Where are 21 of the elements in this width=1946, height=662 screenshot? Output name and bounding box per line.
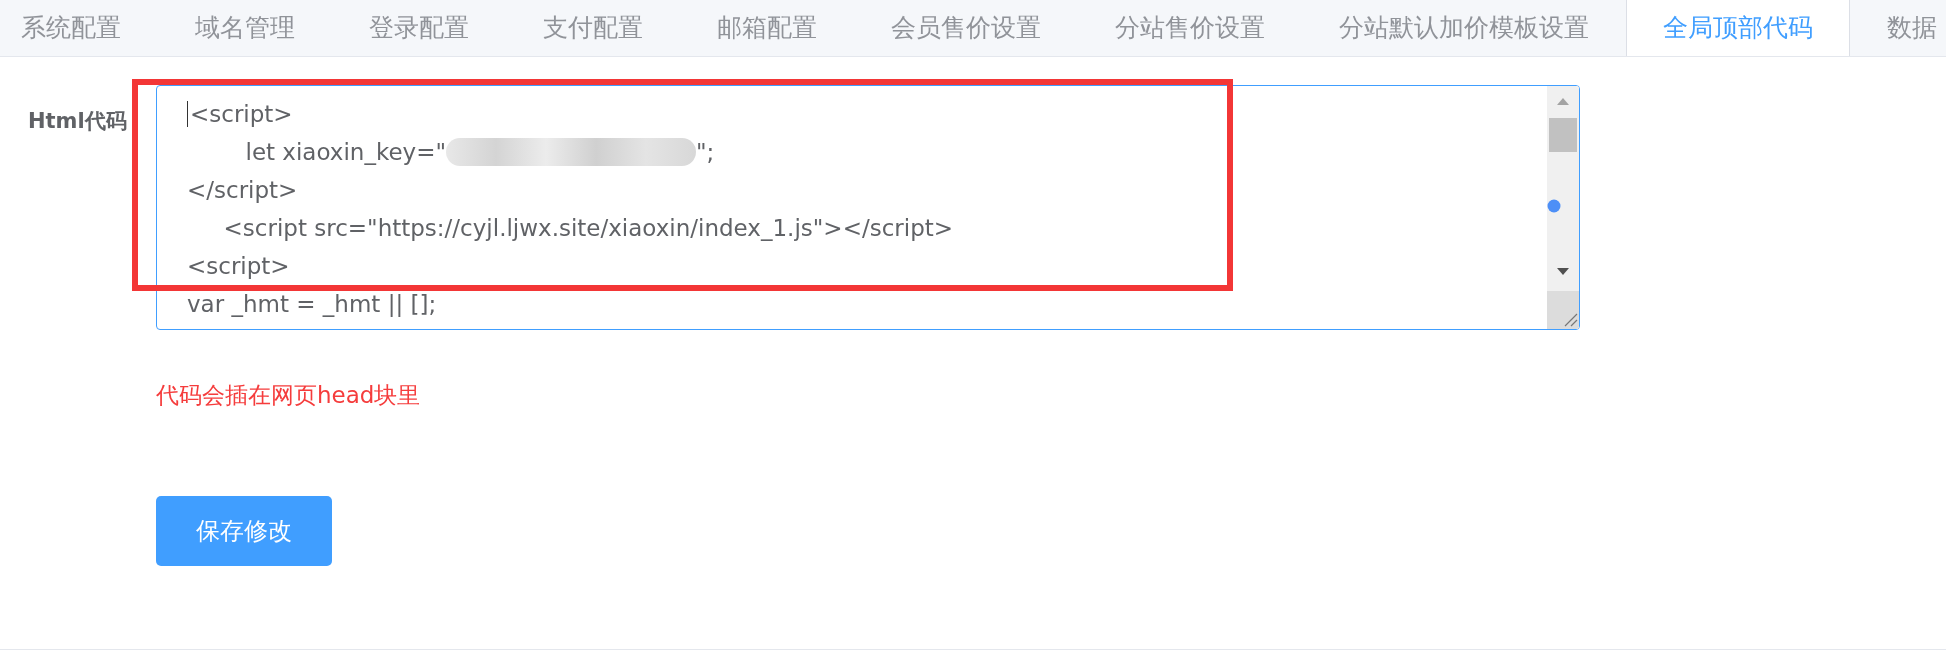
tab[interactable]: 系统配置 bbox=[0, 0, 158, 56]
code-line: <script src="https://cyjl.ljwx.site/xiaoxin/index_1.js"></script> bbox=[222, 214, 954, 243]
tab[interactable]: 分站售价设置 bbox=[1078, 0, 1302, 56]
code-line: <script> bbox=[187, 252, 290, 281]
tab[interactable]: 数据 bbox=[1850, 0, 1946, 56]
code-line: </script> bbox=[187, 176, 298, 205]
tab[interactable]: 域名管理 bbox=[158, 0, 332, 56]
code-textarea[interactable]: <script> let xiaoxin_key=" "; </script> <script src="https://cyjl.ljwx.site/xiaoxin/index_1.js"></script> <script> var _hmt = _hmt || []; bbox=[156, 85, 1580, 330]
tab[interactable]: 分站默认加价模板设置 bbox=[1302, 0, 1626, 56]
tab[interactable]: 会员售价设置 bbox=[854, 0, 1078, 56]
tab[interactable]: 登录配置 bbox=[332, 0, 506, 56]
tab[interactable]: 支付配置 bbox=[506, 0, 680, 56]
field-label: Html代码 bbox=[28, 108, 127, 135]
save-button[interactable]: 保存修改 bbox=[156, 496, 332, 566]
code-line: "; bbox=[696, 138, 715, 167]
tab[interactable]: 邮箱配置 bbox=[680, 0, 854, 56]
code-line: let xiaoxin_key=" bbox=[244, 138, 446, 167]
code-line: var _hmt = _hmt || []; bbox=[187, 290, 437, 319]
code-line: <script> bbox=[190, 100, 293, 129]
hint-text: 代码会插在网页head块里 bbox=[156, 381, 421, 410]
tab[interactable]: 全局顶部代码 bbox=[1626, 0, 1850, 56]
